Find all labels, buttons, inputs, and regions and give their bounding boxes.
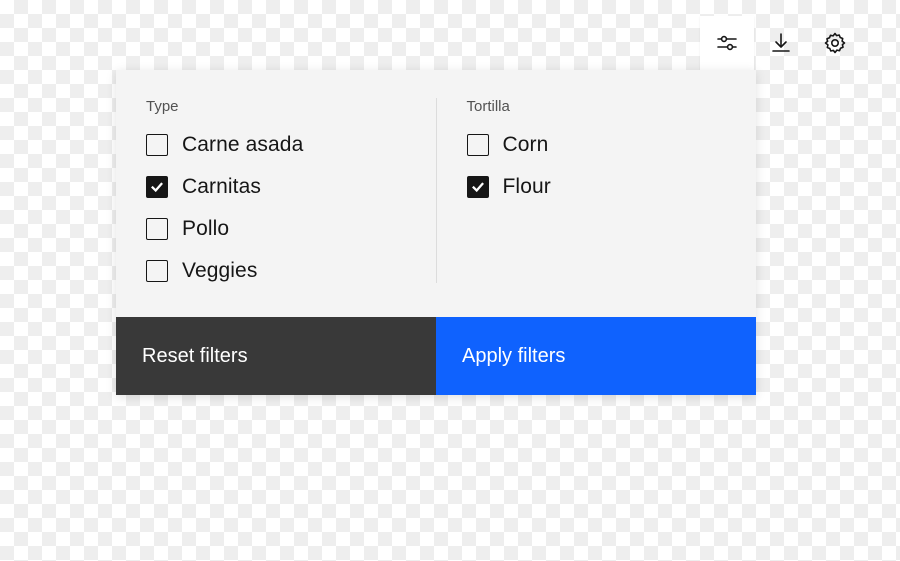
checkbox-icon — [146, 176, 168, 198]
filter-toggle-button[interactable] — [700, 16, 754, 70]
canvas: Type Carne asada Carnitas Pollo — [0, 0, 900, 561]
checkbox-icon — [146, 134, 168, 156]
checkbox-option[interactable]: Corn — [467, 133, 727, 157]
checkbox-option[interactable]: Carnitas — [146, 175, 406, 199]
checkbox-option[interactable]: Pollo — [146, 217, 406, 241]
checkbox-option[interactable]: Carne asada — [146, 133, 406, 157]
option-label: Carnitas — [182, 175, 261, 199]
checkbox-option[interactable]: Flour — [467, 175, 727, 199]
option-label: Pollo — [182, 217, 229, 241]
filter-group-type: Type Carne asada Carnitas Pollo — [116, 98, 436, 283]
gear-icon — [823, 31, 847, 55]
group-title: Tortilla — [467, 98, 727, 115]
filter-panel: Type Carne asada Carnitas Pollo — [116, 70, 756, 395]
group-title: Type — [146, 98, 406, 115]
checkbox-option[interactable]: Veggies — [146, 259, 406, 283]
filter-panel-footer: Reset filters Apply filters — [116, 317, 756, 395]
toolbar — [700, 16, 862, 70]
apply-filters-button[interactable]: Apply filters — [436, 317, 756, 395]
reset-filters-button[interactable]: Reset filters — [116, 317, 436, 395]
filter-sliders-icon — [715, 31, 739, 55]
option-label: Flour — [503, 175, 551, 199]
download-icon — [769, 31, 793, 55]
checkbox-icon — [146, 260, 168, 282]
filter-group-tortilla: Tortilla Corn Flour — [436, 98, 757, 283]
checkbox-icon — [467, 176, 489, 198]
checkbox-icon — [467, 134, 489, 156]
option-label: Corn — [503, 133, 549, 157]
filter-panel-body: Type Carne asada Carnitas Pollo — [116, 70, 756, 317]
checkbox-icon — [146, 218, 168, 240]
option-label: Veggies — [182, 259, 257, 283]
download-button[interactable] — [754, 16, 808, 70]
settings-button[interactable] — [808, 16, 862, 70]
option-label: Carne asada — [182, 133, 303, 157]
